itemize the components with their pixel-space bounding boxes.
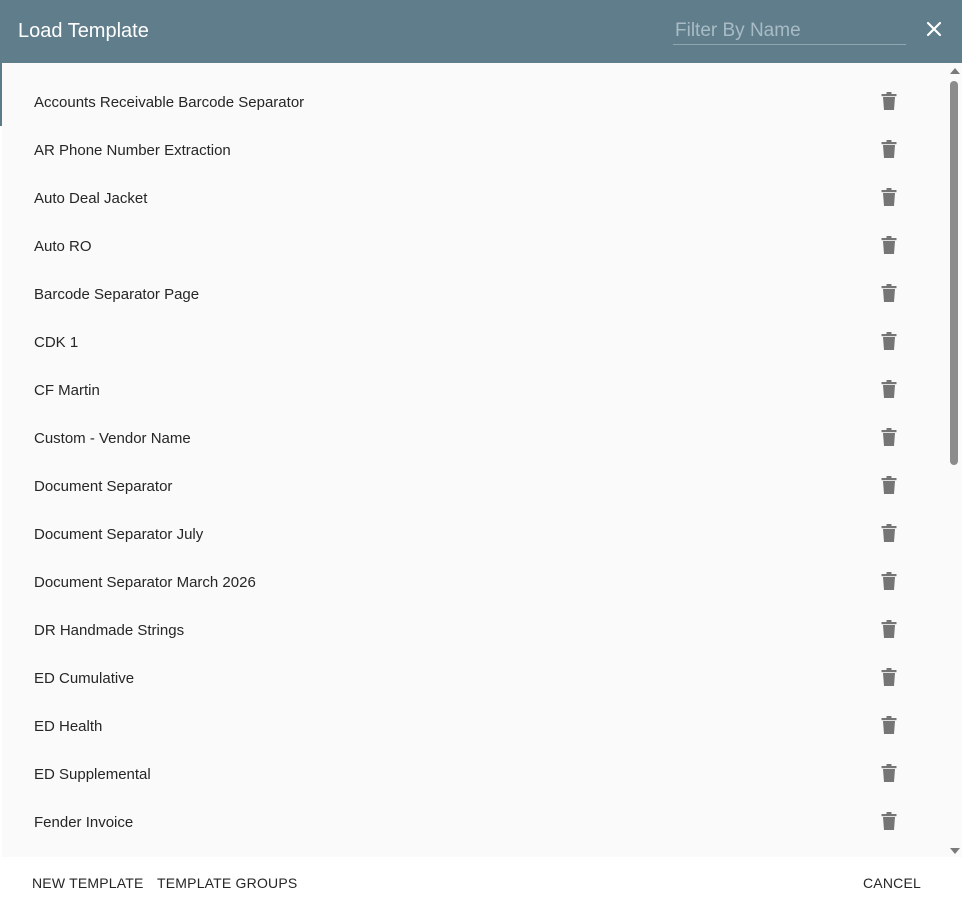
- close-icon: [926, 21, 942, 42]
- template-name: AR Phone Number Extraction: [34, 142, 231, 159]
- template-list-item[interactable]: AR Phone Number Extraction: [2, 127, 946, 175]
- template-list-item[interactable]: Barcode Separator Page: [2, 271, 946, 319]
- template-name: Auto Deal Jacket: [34, 190, 148, 207]
- delete-template-button[interactable]: [876, 762, 902, 788]
- template-list-item[interactable]: Auto RO: [2, 223, 946, 271]
- template-name: Document Separator: [34, 478, 173, 495]
- template-list-item[interactable]: Document Separator July: [2, 511, 946, 559]
- filter-by-name-input[interactable]: [673, 17, 906, 45]
- trash-icon: [881, 427, 897, 451]
- template-list-item[interactable]: CDK 1: [2, 319, 946, 367]
- template-list-item[interactable]: DR Handmade Strings: [2, 607, 946, 655]
- trash-icon: [881, 571, 897, 595]
- dialog-header: Load Template: [0, 0, 962, 63]
- trash-icon: [881, 475, 897, 499]
- dialog-title: Load Template: [18, 20, 149, 42]
- dialog-footer: NEW TEMPLATE TEMPLATE GROUPS CANCEL: [0, 857, 962, 909]
- delete-template-button[interactable]: [876, 810, 902, 836]
- template-list-item[interactable]: Custom - Vendor Name: [2, 415, 946, 463]
- load-template-dialog: Load Template Accounts Receivable Barcod…: [0, 0, 962, 909]
- trash-icon: [881, 379, 897, 403]
- template-name: Document Separator March 2026: [34, 574, 256, 591]
- delete-template-button[interactable]: [876, 234, 902, 260]
- delete-template-button[interactable]: [876, 474, 902, 500]
- vertical-scrollbar[interactable]: [946, 63, 962, 857]
- template-name: Document Separator July: [34, 526, 204, 543]
- template-list: Accounts Receivable Barcode Separator AR …: [2, 63, 946, 857]
- trash-icon: [881, 619, 897, 643]
- trash-icon: [881, 91, 897, 115]
- trash-icon: [881, 187, 897, 211]
- close-button[interactable]: [920, 17, 948, 45]
- template-name: CDK 1: [34, 334, 79, 351]
- template-list-item[interactable]: ED Supplemental: [2, 751, 946, 799]
- trash-icon: [881, 667, 897, 691]
- template-list-item[interactable]: ED Cumulative: [2, 655, 946, 703]
- trash-icon: [881, 139, 897, 163]
- scroll-up-arrow-icon[interactable]: [950, 68, 960, 74]
- scroll-down-arrow-icon[interactable]: [950, 848, 960, 854]
- delete-template-button[interactable]: [876, 618, 902, 644]
- trash-icon: [881, 715, 897, 739]
- template-list-item[interactable]: ED Health: [2, 703, 946, 751]
- delete-template-button[interactable]: [876, 90, 902, 116]
- delete-template-button[interactable]: [876, 186, 902, 212]
- template-name: ED Cumulative: [34, 670, 135, 687]
- delete-template-button[interactable]: [876, 282, 902, 308]
- trash-icon: [881, 811, 897, 835]
- delete-template-button[interactable]: [876, 138, 902, 164]
- template-list-item[interactable]: CF Martin: [2, 367, 946, 415]
- delete-template-button[interactable]: [876, 570, 902, 596]
- new-template-button[interactable]: NEW TEMPLATE: [32, 873, 144, 893]
- template-list-item[interactable]: Accounts Receivable Barcode Separator: [2, 79, 946, 127]
- template-list-item[interactable]: Auto Deal Jacket: [2, 175, 946, 223]
- template-name: Barcode Separator Page: [34, 286, 200, 303]
- trash-icon: [881, 763, 897, 787]
- trash-icon: [881, 235, 897, 259]
- delete-template-button[interactable]: [876, 330, 902, 356]
- delete-template-button[interactable]: [876, 522, 902, 548]
- delete-template-button[interactable]: [876, 666, 902, 692]
- template-list-item[interactable]: Document Separator: [2, 463, 946, 511]
- scrollbar-thumb[interactable]: [950, 81, 958, 465]
- trash-icon: [881, 331, 897, 355]
- template-name: Custom - Vendor Name: [34, 430, 191, 447]
- template-groups-button[interactable]: TEMPLATE GROUPS: [157, 873, 297, 893]
- template-name: Auto RO: [34, 238, 92, 255]
- trash-icon: [881, 523, 897, 547]
- template-name: ED Supplemental: [34, 766, 151, 783]
- template-name: ED Health: [34, 718, 103, 735]
- delete-template-button[interactable]: [876, 426, 902, 452]
- delete-template-button[interactable]: [876, 714, 902, 740]
- template-name: DR Handmade Strings: [34, 622, 185, 639]
- template-list-item[interactable]: Fender Invoice: [2, 799, 946, 847]
- cancel-button[interactable]: CANCEL: [863, 873, 921, 893]
- trash-icon: [881, 283, 897, 307]
- template-name: CF Martin: [34, 382, 100, 399]
- template-name: Fender Invoice: [34, 814, 134, 831]
- delete-template-button[interactable]: [876, 378, 902, 404]
- template-name: Accounts Receivable Barcode Separator: [34, 94, 305, 111]
- template-list-item[interactable]: Document Separator March 2026: [2, 559, 946, 607]
